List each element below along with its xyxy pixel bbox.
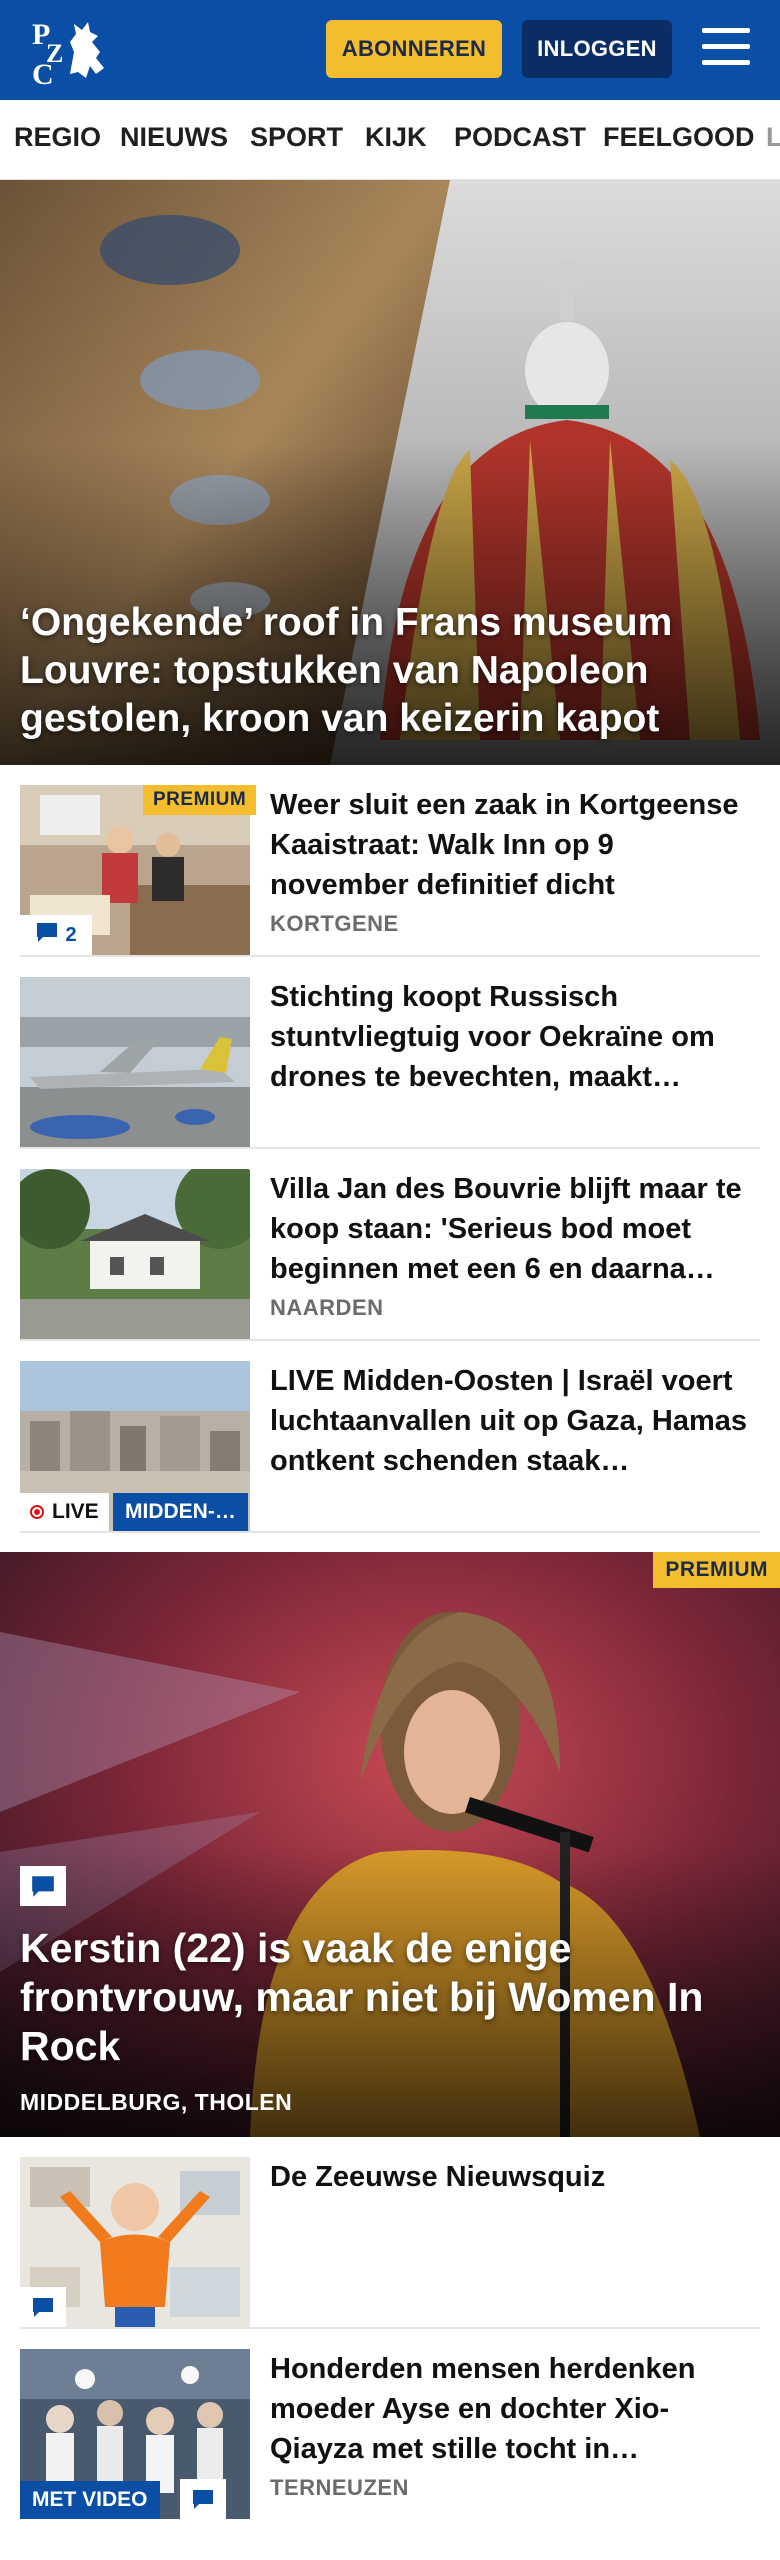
article-location: KORTGENE <box>270 911 399 936</box>
feature-location: MIDDELBURG, THOLEN <box>20 2089 293 2115</box>
subscribe-button[interactable]: ABONNEREN <box>326 20 502 78</box>
nav-item-overflow[interactable]: L <box>766 122 780 153</box>
nav-item-kijk[interactable]: KIJK <box>365 122 427 153</box>
article-item[interactable]: MET VIDEO Honderden mensen herdenken moe… <box>20 2329 760 2521</box>
article-title[interactable]: LIVE Midden-Oosten | Israël voert luchta… <box>270 1361 750 1481</box>
nav-item-podcast[interactable]: PODCAST <box>454 122 586 153</box>
live-label: LIVE <box>52 1500 99 1523</box>
video-badge: MET VIDEO <box>20 2481 160 2519</box>
article-item[interactable]: Stichting koopt Russisch stuntvliegtuig … <box>20 957 760 1149</box>
svg-text:C: C <box>32 58 54 90</box>
feature-title[interactable]: Kerstin (22) is vaak de enige frontvrouw… <box>20 1924 740 2071</box>
pzc-logo[interactable]: P Z C <box>26 12 116 91</box>
article-title[interactable]: Stichting koopt Russisch stuntvliegtuig … <box>270 977 750 1097</box>
nav-item-regio[interactable]: REGIO <box>14 122 101 153</box>
article-title[interactable]: Weer sluit een zaak in Kortgeense Kaaist… <box>270 785 750 905</box>
nav-item-sport[interactable]: SPORT <box>250 122 343 153</box>
article-item[interactable]: LIVE MIDDEN-… LIVE Midden-Oosten | Israë… <box>20 1341 760 1533</box>
top-bar: P Z C ABONNEREN INLOGGEN <box>0 0 780 100</box>
live-indicator-icon <box>30 1505 44 1519</box>
article-thumbnail <box>20 977 250 1147</box>
hero-title[interactable]: ‘Ongekende’ roof in Frans museum Louvre:… <box>20 599 750 743</box>
article-title[interactable]: Villa Jan des Bouvrie blijft maar te koo… <box>270 1169 750 1289</box>
article-title[interactable]: De Zeeuwse Nieuwsquiz <box>270 2157 750 2197</box>
article-title[interactable]: Honderden mensen herdenken moeder Ayse e… <box>270 2349 750 2469</box>
hero-article[interactable]: ‘Ongekende’ roof in Frans museum Louvre:… <box>0 180 780 765</box>
comment-count: 2 <box>65 923 77 946</box>
section-nav: REGIO NIEUWS SPORT KIJK PODCAST FEELGOOD… <box>0 100 780 180</box>
nav-item-nieuws[interactable]: NIEUWS <box>120 122 228 153</box>
live-badge: LIVE <box>20 1493 109 1531</box>
comment-icon[interactable] <box>20 1866 66 1906</box>
nav-item-feelgood[interactable]: FEELGOOD <box>603 122 755 153</box>
comment-icon <box>35 921 59 949</box>
article-location: TERNEUZEN <box>270 2475 409 2500</box>
article-item[interactable]: PREMIUM 2 Weer sluit een zaak in Kortgee… <box>20 765 760 957</box>
premium-badge: PREMIUM <box>143 785 257 815</box>
login-button[interactable]: INLOGGEN <box>522 20 672 78</box>
hamburger-menu-icon[interactable] <box>696 24 756 74</box>
comment-count-badge[interactable]: 2 <box>20 915 92 955</box>
feature-article[interactable]: PREMIUM Kerstin (22) is vaak de enige fr… <box>0 1552 780 2137</box>
topic-tag[interactable]: MIDDEN-… <box>113 1493 248 1531</box>
article-location: NAARDEN <box>270 1295 384 1320</box>
comment-icon[interactable] <box>180 2479 226 2519</box>
article-item[interactable]: Villa Jan des Bouvrie blijft maar te koo… <box>20 1149 760 1341</box>
article-item[interactable]: De Zeeuwse Nieuwsquiz <box>20 2137 760 2329</box>
premium-badge: PREMIUM <box>653 1552 780 1588</box>
comment-icon[interactable] <box>20 2287 66 2327</box>
article-thumbnail <box>20 1169 250 1339</box>
